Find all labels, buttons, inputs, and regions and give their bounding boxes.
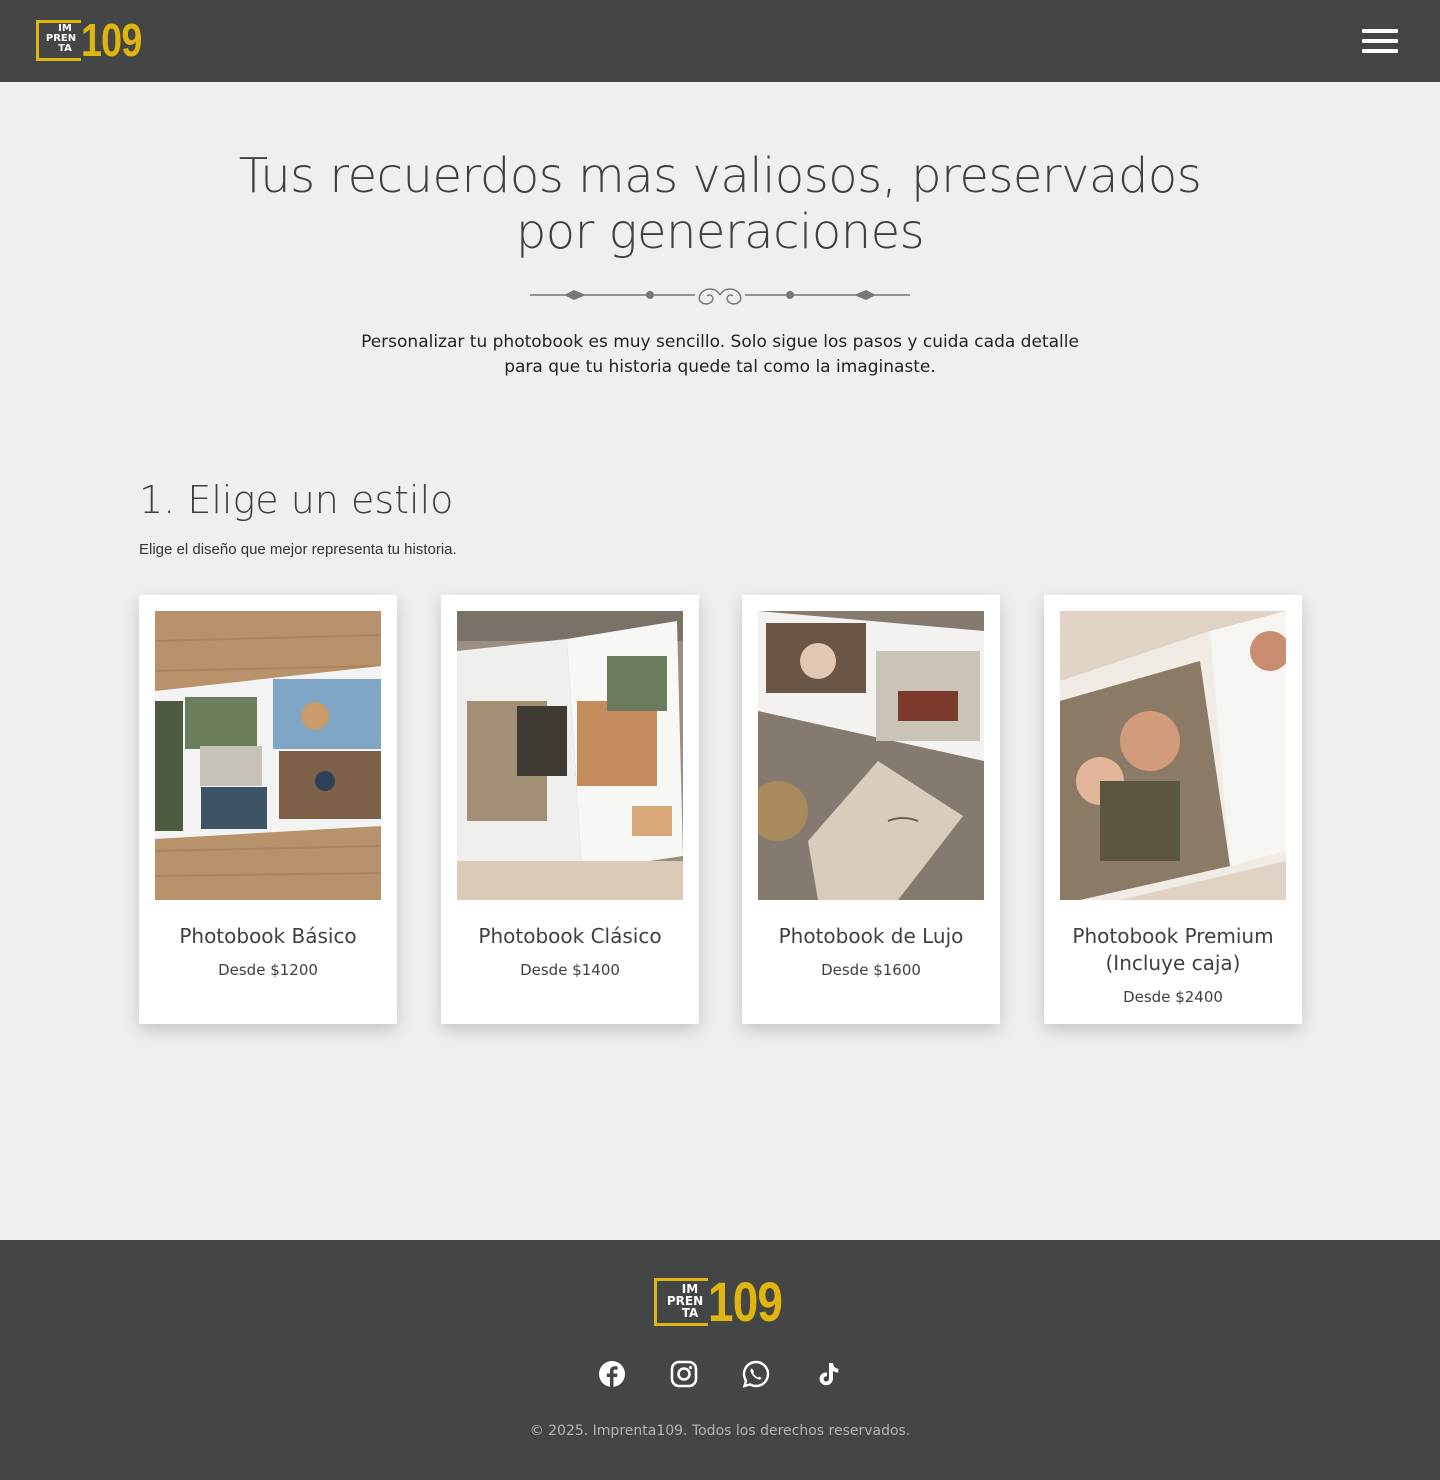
card-title: Photobook Básico: [179, 924, 357, 948]
tiktok-icon[interactable]: [814, 1360, 842, 1388]
style-card-lujo[interactable]: Photobook de Lujo Desde $1600: [742, 595, 1000, 1024]
style-card-premium[interactable]: Photobook Premium (Incluye caja) Desde $…: [1044, 595, 1302, 1024]
logo-number: 109: [708, 1270, 783, 1333]
hero-subtitle-line1: Personalizar tu photobook es muy sencill…: [361, 332, 1079, 352]
footer-logo[interactable]: IM PREN TA 109: [654, 1270, 808, 1333]
card-photo: [758, 611, 984, 900]
style-card-basico[interactable]: Photobook Básico Desde $1200: [139, 595, 397, 1024]
facebook-icon[interactable]: [598, 1360, 626, 1388]
logo-number: 109: [81, 14, 142, 66]
step-subtitle: Elige el diseño que mejor representa tu …: [139, 541, 457, 558]
footer: IM PREN TA 109 © 2025. Imprenta109. Todos …: [0, 1240, 1440, 1480]
hero-title-line2: por generaciones: [515, 204, 925, 260]
header-logo[interactable]: IM PREN TA 109: [36, 14, 161, 66]
top-navbar: IM PREN TA 109: [0, 0, 1440, 82]
style-card-clasico[interactable]: Photobook Clásico Desde $1400: [441, 595, 699, 1024]
hamburger-menu-icon[interactable]: [1362, 29, 1398, 53]
card-photo: [457, 611, 683, 900]
card-title: Photobook Clásico: [478, 924, 662, 948]
card-price: Desde $1400: [520, 961, 620, 979]
hero-subtitle: Personalizar tu photobook es muy sencill…: [340, 330, 1100, 380]
ornament-divider-icon: [530, 288, 910, 305]
whatsapp-icon[interactable]: [742, 1360, 770, 1388]
card-price: Desde $1600: [821, 961, 921, 979]
card-title: Photobook Premium (Incluye caja): [1072, 924, 1274, 975]
card-price: Desde $1200: [218, 961, 318, 979]
hero-title: Tus recuerdos mas valiosos, preservados …: [220, 148, 1220, 260]
logo-bracket: IM PREN TA: [36, 20, 81, 61]
card-photo: [1060, 611, 1286, 900]
card-price: Desde $2400: [1123, 988, 1223, 1006]
logo-bracket: IM PREN TA: [654, 1278, 708, 1326]
card-title: Photobook de Lujo: [778, 924, 964, 948]
hero-subtitle-line2: para que tu historia quede tal como la i…: [504, 357, 936, 377]
copyright-text: © 2025. Imprenta109. Todos los derechos …: [529, 1423, 911, 1439]
instagram-icon[interactable]: [670, 1360, 698, 1388]
hero-title-line1: Tus recuerdos mas valiosos, preservados: [238, 148, 1202, 204]
card-photo: [155, 611, 381, 900]
step-title: 1. Elige un estilo: [139, 478, 454, 522]
